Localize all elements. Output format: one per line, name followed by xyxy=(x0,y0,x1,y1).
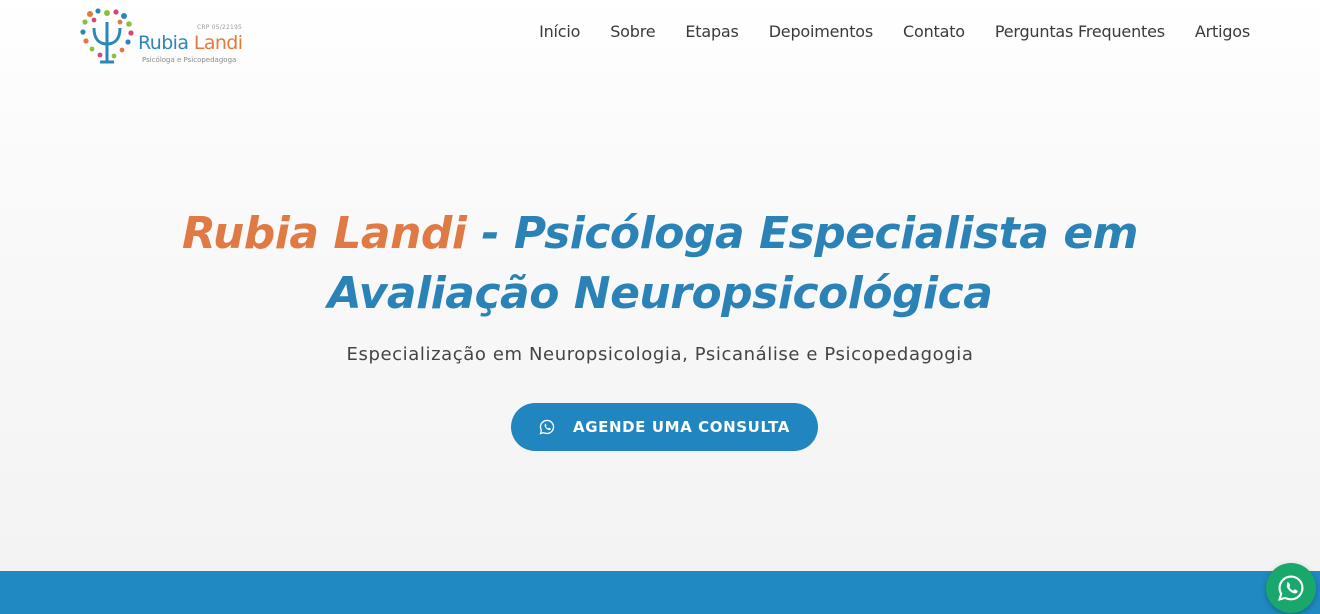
hero-title-line2: Avaliação Neuropsicológica xyxy=(327,268,993,319)
whatsapp-icon xyxy=(1278,575,1304,601)
hero-title-name: Rubia Landi xyxy=(181,208,467,259)
whatsapp-icon xyxy=(539,419,555,435)
logo-first-name: Rubia xyxy=(138,32,189,54)
nav-item-artigos[interactable]: Artigos xyxy=(1195,22,1250,41)
logo-last-name: Landi xyxy=(193,32,243,54)
nav-item-contato[interactable]: Contato xyxy=(903,22,965,41)
hero-title-rest: - Psicóloga Especialista em xyxy=(466,208,1139,259)
schedule-consultation-button[interactable]: AGENDE UMA CONSULTA xyxy=(511,403,818,451)
main-nav: Início Sobre Etapas Depoimentos Contato … xyxy=(539,20,1250,42)
hero-subtitle: Especialização em Neuropsicologia, Psica… xyxy=(346,344,974,365)
crp-number: CRP 05/22195 xyxy=(197,24,243,31)
nav-item-sobre[interactable]: Sobre xyxy=(610,22,655,41)
nav-item-inicio[interactable]: Início xyxy=(539,22,580,41)
nav-item-etapas[interactable]: Etapas xyxy=(685,22,738,41)
psi-tree-logo-icon xyxy=(80,8,134,64)
next-section-band xyxy=(0,571,1320,614)
logo-name: Rubia Landi xyxy=(138,32,243,54)
site-header: CRP 05/22195 Rubia Landi Psicóloga e Psi… xyxy=(0,0,1320,72)
page: CRP 05/22195 Rubia Landi Psicóloga e Psi… xyxy=(0,0,1320,614)
logo[interactable]: CRP 05/22195 Rubia Landi Psicóloga e Psi… xyxy=(80,8,245,68)
nav-item-perguntas-frequentes[interactable]: Perguntas Frequentes xyxy=(995,22,1165,41)
hero-title: Rubia Landi - Psicóloga Especialista em A… xyxy=(60,204,1260,324)
logo-subtitle: Psicóloga e Psicopedagoga xyxy=(142,56,237,64)
cta-label: AGENDE UMA CONSULTA xyxy=(572,418,791,436)
nav-item-depoimentos[interactable]: Depoimentos xyxy=(769,22,874,41)
floating-whatsapp-button[interactable] xyxy=(1266,563,1316,613)
